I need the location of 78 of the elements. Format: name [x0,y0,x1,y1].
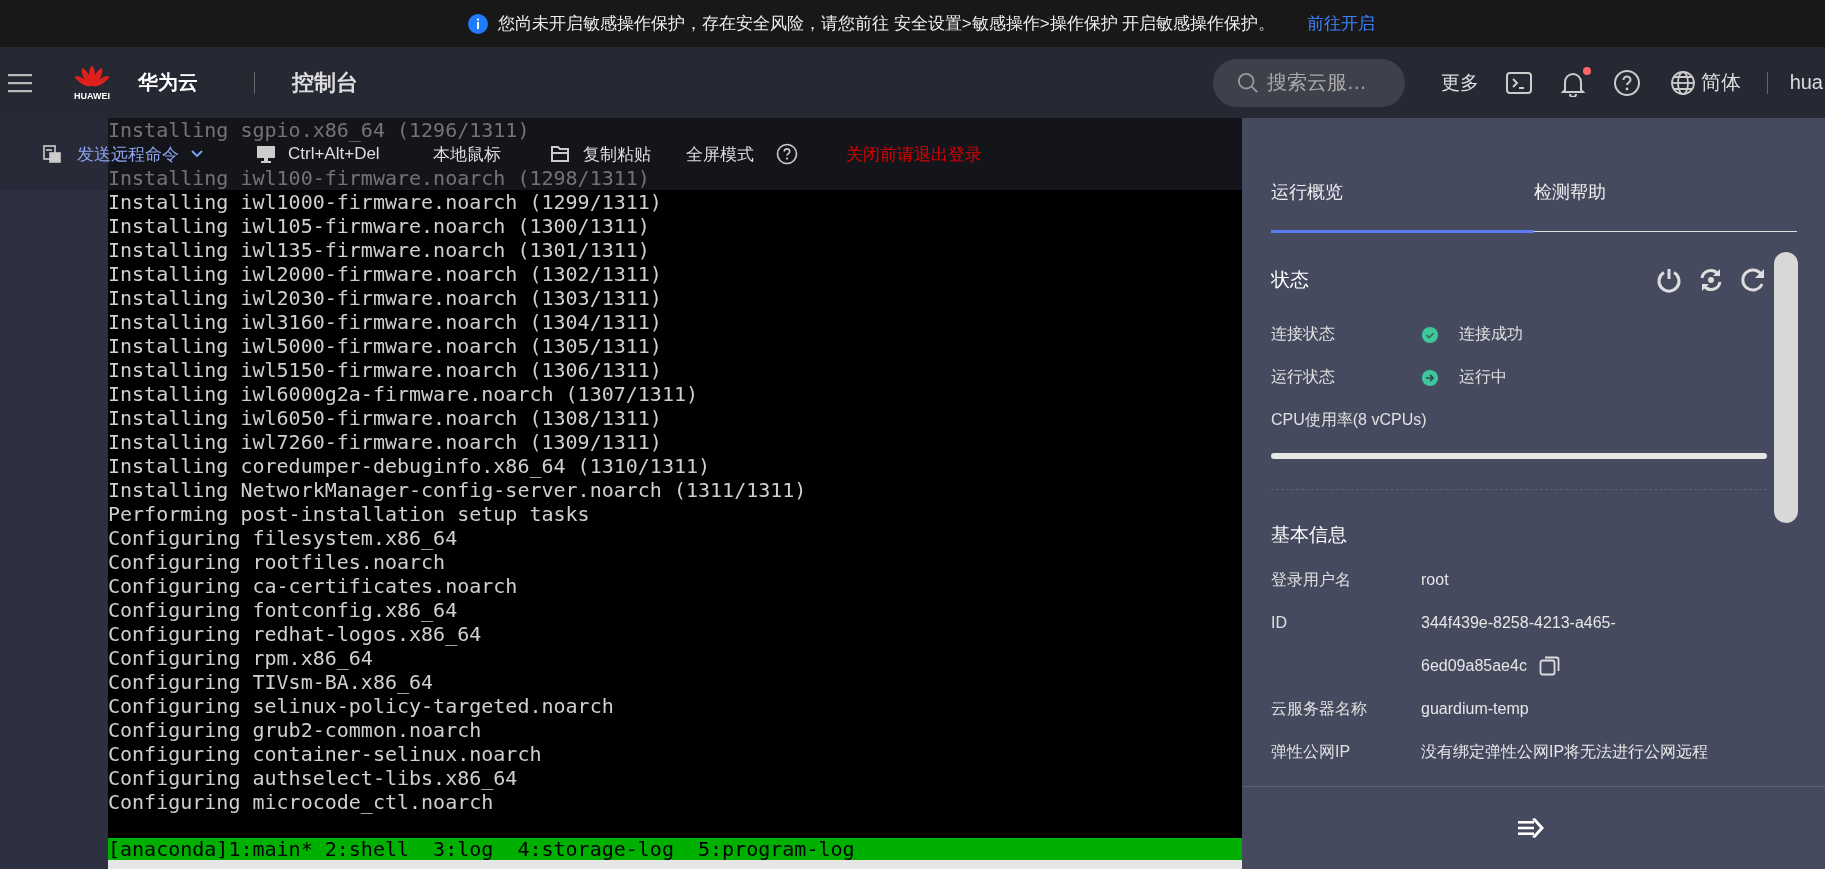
terminal-line: Installing NetworkManager-config-server.noarch (1311/1311) [108,478,808,502]
brand-name[interactable]: 华为云 [138,69,198,96]
terminal-line: Installing coredumper-debuginfo.x86_64 (1310/1311) [108,454,712,478]
search-field[interactable]: 搜索云服… [1212,58,1405,107]
field-value: 6ed09a85ae4c [1421,657,1527,675]
terminal-line: Installing iwl2030-firmware.noarch (1303/1311) [108,286,663,310]
terminal-line: Installing iwl6000g2a-firmware.noarch (1307/1311) [108,382,699,406]
section-title: 状态 [1271,268,1309,292]
toolbar-button[interactable]: 全屏模式 [685,142,754,166]
toolbar-button[interactable]: 复制粘贴 [582,142,651,166]
terminal-line: Installing iwl5150-firmware.noarch (1306/1311) [108,358,663,382]
console-title[interactable]: 控制台 [292,67,358,98]
terminal-line: Configuring fontconfig.x86_64 [108,598,459,622]
terminal-line: Installing iwl3160-firmware.noarch (1304/1311) [108,310,663,334]
terminal-line: Configuring TIVsm-BA.x86_64 [108,670,435,694]
document-icon [42,144,62,164]
info-icon [468,13,488,34]
refresh-icon[interactable] [1739,266,1767,294]
terminal-line: Installing iwl1000-firmware.noarch (1299/1311) [108,190,663,214]
language-menu[interactable]: 简体 [1700,69,1741,96]
terminal-line: Configuring microcode_ctl.noarch [108,790,495,814]
terminal-line: Configuring filesystem.x86_64 [108,526,459,550]
toolbar-button[interactable]: 本地鼠标 [432,142,501,166]
folder-icon [549,144,570,164]
enable-link[interactable]: 前往开启 [1307,12,1376,35]
caret-icon [191,150,203,158]
terminal-line: Installing iwl105-firmware.noarch (1300/1311) [108,214,651,238]
more-menu[interactable]: 更多 [1440,69,1479,96]
field-value: 344f439e-8258-4213-a465- [1421,614,1616,632]
user-name[interactable]: hua [1789,71,1823,94]
logo-text: HUAWEI [74,90,110,101]
field-label: 弹性公网IP [1271,741,1352,762]
terminal-line: Installing iwl100-firmware.noarch (1298/1311) [108,166,651,190]
field-label: 连接状态 [1271,324,1336,344]
field-label: ID [1271,614,1288,632]
terminal-line: Configuring ca-certificates.noarch [108,574,519,598]
logout-warning: 关闭前请退出登录 [845,143,982,166]
terminal-line: Installing sgpio.x86_64 (1296/1311) [108,118,531,142]
banner-message: 您尚未开启敏感操作保护，存在安全风险，请您前往 安全设置>敏感操作>操作保护 开启敏感操作保护。 [498,13,1276,35]
field-value: 运行中 [1459,367,1507,387]
check-icon [1421,325,1439,344]
terminal-line: Installing iwl5000-firmware.noarch (1305/1311) [108,334,663,358]
help-icon[interactable] [775,143,798,165]
field-value: 没有绑定弹性公网IP将无法进行公网远程 [1421,741,1709,762]
collapse-arrow-icon[interactable] [1517,818,1544,838]
terminal-line: Configuring rootfiles.noarch [108,550,447,574]
field-label: 云服务器名称 [1271,698,1368,719]
field-label: 登录用户名 [1271,569,1352,590]
section-title: 基本信息 [1271,523,1348,547]
monitor-icon [256,144,276,164]
search-icon [1236,71,1259,94]
terminal-line: Installing iwl135-firmware.noarch (1301/1311) [108,238,651,262]
terminal-line: Configuring redhat-logos.x86_64 [108,622,483,646]
terminal-line: Configuring grub2-common.noarch [108,718,483,742]
globe-icon[interactable] [1668,68,1697,97]
field-label: 运行状态 [1271,367,1336,387]
terminal-line: Installing iwl2000-firmware.noarch (1302/1311) [108,262,663,286]
terminal-line: Configuring rpm.x86_64 [108,646,374,670]
scrollbar-thumb[interactable] [1774,252,1798,523]
terminal-line: Installing iwl7260-firmware.noarch (1309/1311) [108,430,663,454]
terminal-line: Performing post-installation setup tasks [108,502,591,526]
terminal-line: Installing iwl6050-firmware.noarch (1308/1311) [108,406,663,430]
terminal-line: Configuring container-selinux.noarch [108,742,543,766]
power-icon[interactable] [1655,266,1683,294]
menu-icon[interactable] [8,72,32,93]
field-value: 连接成功 [1459,324,1523,344]
panel-tab[interactable]: 检测帮助 [1534,180,1797,233]
toolbar-button[interactable]: Ctrl+Alt+Del [288,144,380,164]
terminal-line: Configuring selinux-policy-targeted.noarch [108,694,615,718]
terminal-status-bar: [anaconda]1:main* 2:shell 3:log 4:storage-log 5:program-log [108,838,1242,860]
send-command-dropdown[interactable]: 发送远程命令 [77,142,203,166]
help-icon[interactable] [1612,68,1641,97]
terminal-line: Configuring authselect-libs.x86_64 [108,766,519,790]
field-value: root [1421,571,1449,589]
field-value: guardium-temp [1421,700,1529,718]
cpu-label: CPU使用率(8 vCPUs) [1271,410,1428,430]
copy-icon[interactable] [1538,655,1561,677]
panel-tab[interactable]: 运行概览 [1271,180,1534,233]
